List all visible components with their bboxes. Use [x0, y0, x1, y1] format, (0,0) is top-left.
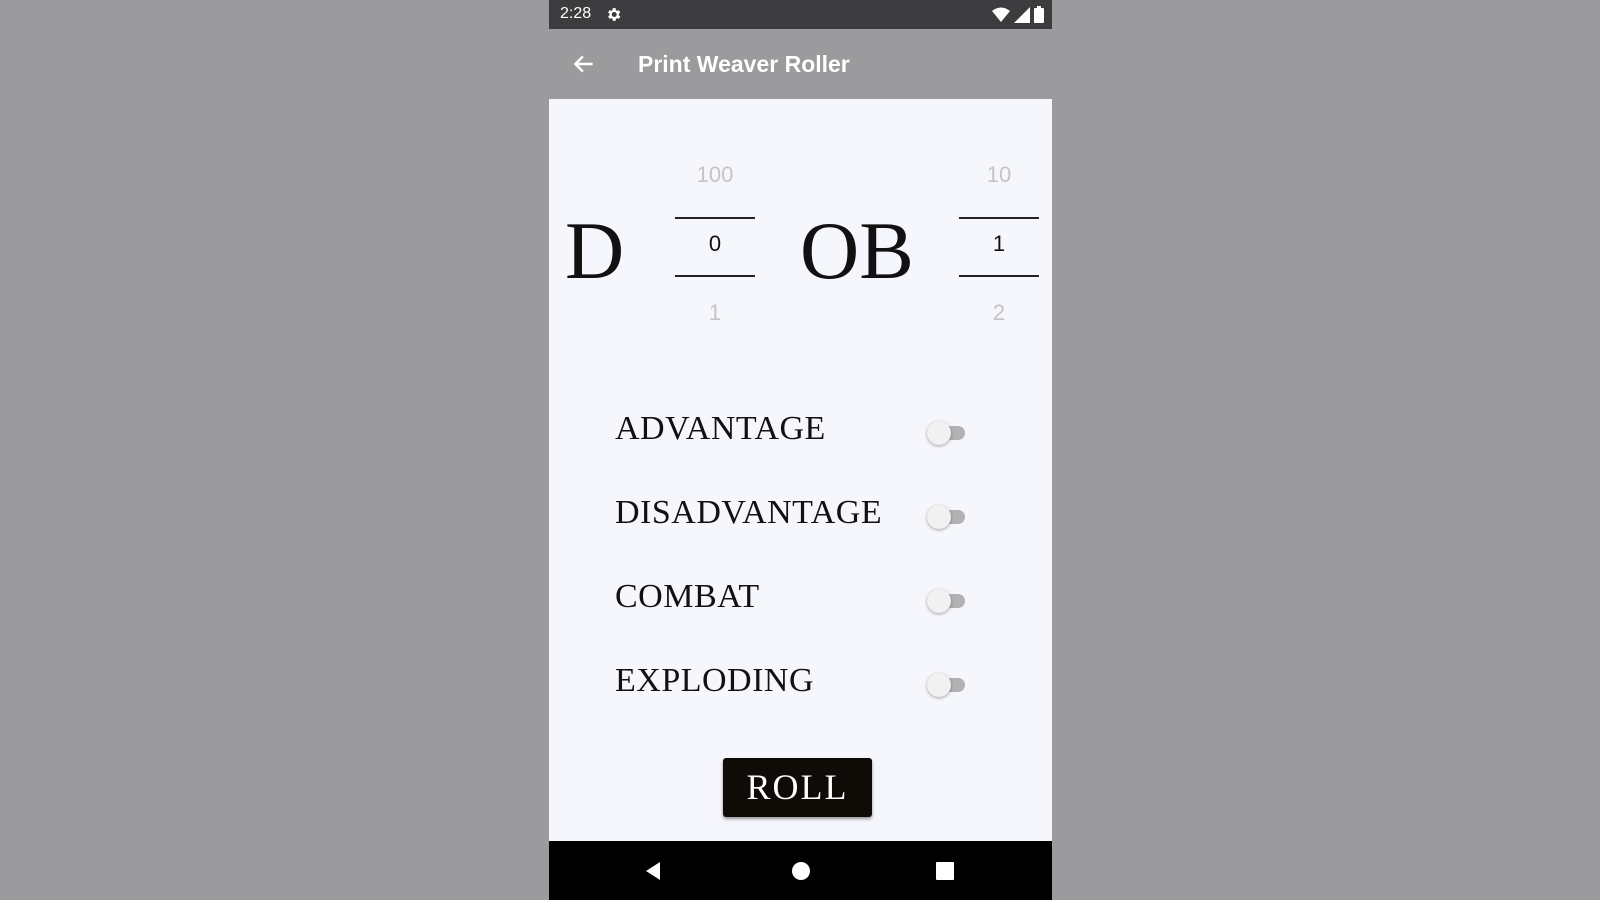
status-time: 2:28	[560, 5, 592, 22]
wifi-icon	[992, 7, 1010, 22]
disadvantage-switch[interactable]	[927, 504, 967, 530]
phone-screen: 2:28 Print Weaver Roller D 100 0 1 OB 10…	[549, 0, 1052, 900]
status-icons	[992, 6, 1044, 23]
gear-icon	[608, 8, 621, 21]
system-nav-bar	[549, 841, 1052, 900]
battery-icon	[1034, 6, 1044, 23]
d-label: D	[565, 205, 625, 296]
d-picker-above[interactable]: 100	[675, 162, 755, 188]
roll-button[interactable]: ROLL	[723, 758, 872, 817]
ob-picker-value[interactable]: 1	[959, 231, 1039, 257]
exploding-label: EXPLODING	[615, 662, 815, 699]
disadvantage-label: DISADVANTAGE	[615, 494, 883, 531]
combat-label: COMBAT	[615, 578, 760, 615]
ob-picker-below[interactable]: 2	[959, 300, 1039, 326]
recents-square-icon[interactable]	[934, 860, 956, 882]
switch-thumb	[927, 673, 951, 697]
switch-thumb	[927, 421, 951, 445]
arrow-left-icon[interactable]	[571, 51, 597, 77]
switch-thumb	[927, 589, 951, 613]
status-bar: 2:28	[549, 0, 1052, 29]
page-title: Print Weaver Roller	[638, 51, 850, 77]
app-bar: Print Weaver Roller	[549, 29, 1052, 99]
ob-picker-above[interactable]: 10	[959, 162, 1039, 188]
home-circle-icon[interactable]	[790, 860, 812, 882]
signal-icon	[1014, 6, 1030, 23]
d-picker-top-line	[675, 217, 755, 219]
d-picker-below[interactable]: 1	[675, 300, 755, 326]
d-picker-bottom-line	[675, 275, 755, 277]
exploding-switch[interactable]	[927, 672, 967, 698]
ob-label: OB	[800, 205, 914, 296]
combat-switch[interactable]	[927, 588, 967, 614]
d-number-picker[interactable]: 100 0 1	[675, 160, 755, 335]
advantage-label: ADVANTAGE	[615, 410, 826, 447]
ob-picker-bottom-line	[959, 275, 1039, 277]
ob-picker-top-line	[959, 217, 1039, 219]
switch-thumb	[927, 505, 951, 529]
d-picker-value[interactable]: 0	[675, 231, 755, 257]
ob-number-picker[interactable]: 10 1 2	[959, 160, 1039, 335]
advantage-switch[interactable]	[927, 420, 967, 446]
back-triangle-icon[interactable]	[643, 860, 665, 882]
